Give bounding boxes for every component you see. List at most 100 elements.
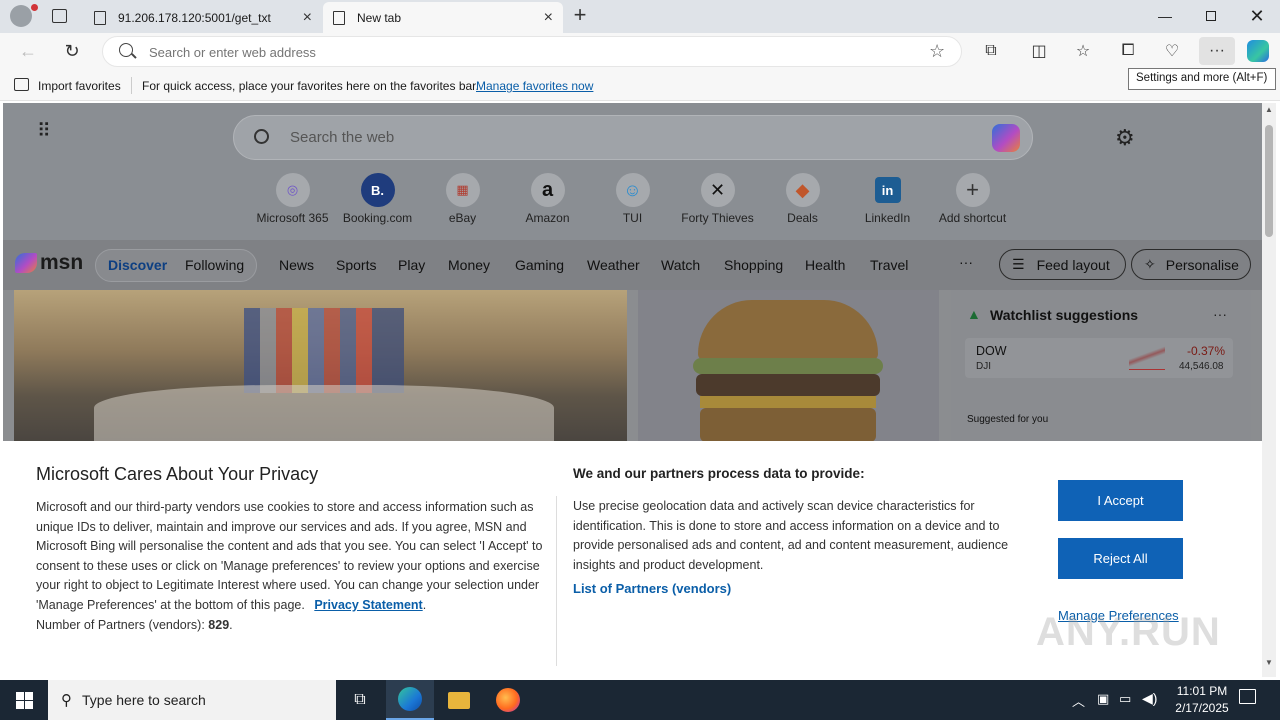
- shortcut-label: Amazon: [525, 211, 570, 225]
- refresh-button[interactable]: ↻: [57, 37, 87, 65]
- notifications-icon[interactable]: [1239, 689, 1256, 704]
- nav-sports[interactable]: Sports: [336, 257, 376, 273]
- new-tab-button[interactable]: +: [568, 4, 592, 28]
- watchlist-more-button[interactable]: ···: [1213, 306, 1227, 322]
- tray-app-icon[interactable]: ▣: [1097, 691, 1109, 707]
- burger-bun-top: [698, 300, 878, 360]
- nav-watch[interactable]: Watch: [661, 257, 700, 273]
- nav-weather[interactable]: Weather: [587, 257, 640, 273]
- tab-discover[interactable]: Discover: [108, 257, 167, 273]
- nav-news[interactable]: News: [279, 257, 314, 273]
- tab-following[interactable]: Following: [185, 257, 244, 273]
- reject-all-button[interactable]: Reject All: [1058, 538, 1183, 579]
- nav-shopping[interactable]: Shopping: [724, 257, 783, 273]
- volume-icon[interactable]: ◀): [1142, 690, 1157, 707]
- favorite-star-icon[interactable]: ☆: [929, 41, 945, 62]
- swords-icon: ✕: [700, 173, 735, 207]
- close-tab-icon[interactable]: ×: [544, 9, 553, 27]
- watermark: ANY.RUN: [1036, 610, 1221, 654]
- shortcut-booking[interactable]: B. Booking.com: [335, 173, 420, 225]
- tab-get-txt[interactable]: 91.206.178.120:5001/get_txt ×: [84, 2, 322, 33]
- restore-button[interactable]: [1188, 0, 1234, 32]
- tab-actions-icon[interactable]: [52, 9, 67, 23]
- browser-essentials-icon[interactable]: ♡: [1157, 37, 1187, 65]
- settings-tooltip: Settings and more (Alt+F): [1128, 68, 1276, 90]
- shortcut-linkedin[interactable]: in LinkedIn: [845, 173, 930, 225]
- nav-money[interactable]: Money: [448, 257, 490, 273]
- close-window-button[interactable]: ✕: [1234, 0, 1280, 32]
- web-search-box[interactable]: Search the web: [233, 115, 1033, 160]
- shortcut-forty-thieves[interactable]: ✕ Forty Thieves: [675, 173, 760, 225]
- nav-travel[interactable]: Travel: [870, 257, 908, 273]
- sliders-icon: ☰: [1012, 256, 1025, 272]
- windows-taskbar: ⚲ Type here to search ⧉ ︿ ▣ ▭ ◀) 11:01 P…: [0, 680, 1280, 720]
- stock-row-dow[interactable]: DOW DJI -0.37% 44,546.08: [965, 338, 1233, 378]
- tab-new-tab[interactable]: New tab ×: [323, 2, 563, 33]
- accept-button[interactable]: I Accept: [1058, 480, 1183, 521]
- ebay-icon: ▦: [445, 173, 480, 207]
- edge-taskbar-icon[interactable]: [386, 680, 434, 720]
- network-icon[interactable]: ▭: [1119, 691, 1131, 707]
- add-shortcut-button[interactable]: + Add shortcut: [930, 173, 1015, 225]
- personalise-label: Personalise: [1165, 256, 1239, 273]
- processing-title: We and our partners process data to prov…: [573, 466, 865, 481]
- address-input[interactable]: [149, 43, 909, 61]
- burger-lettuce: [693, 358, 883, 374]
- page-settings-icon[interactable]: ⚙: [1115, 125, 1135, 151]
- split-screen-icon[interactable]: ◫: [1024, 37, 1054, 65]
- clock-date[interactable]: 2/17/2025: [1168, 701, 1236, 715]
- back-button[interactable]: ←: [13, 37, 43, 65]
- web-search-input[interactable]: Search the web: [290, 129, 394, 146]
- shortcut-label: Add shortcut: [938, 211, 1007, 225]
- file-explorer-icon[interactable]: [435, 680, 483, 720]
- shortcut-amazon[interactable]: a Amazon: [505, 173, 590, 225]
- import-favorites-icon[interactable]: [14, 78, 29, 91]
- personalise-button[interactable]: ✧ Personalise: [1131, 249, 1251, 280]
- firefox-icon[interactable]: [484, 680, 532, 720]
- shortcut-microsoft-365[interactable]: ◎ Microsoft 365: [250, 173, 335, 225]
- copilot-icon[interactable]: [992, 124, 1020, 152]
- favorites-icon[interactable]: ☆: [1068, 37, 1098, 65]
- scroll-up-arrow[interactable]: ▲: [1265, 105, 1273, 114]
- privacy-statement-link[interactable]: Privacy Statement: [314, 598, 422, 612]
- title-bar: 91.206.178.120:5001/get_txt × New tab × …: [0, 0, 1280, 33]
- nav-health[interactable]: Health: [805, 257, 845, 273]
- scroll-thumb[interactable]: [1265, 125, 1273, 237]
- taskbar-search-box[interactable]: ⚲ Type here to search: [48, 680, 336, 720]
- close-tab-icon[interactable]: ×: [303, 9, 312, 27]
- task-view-icon[interactable]: ⧉: [336, 680, 384, 720]
- scroll-down-arrow[interactable]: ▼: [1265, 658, 1273, 667]
- tray-chevron-icon[interactable]: ︿: [1072, 691, 1085, 710]
- copilot-icon[interactable]: [1243, 37, 1273, 65]
- shortcut-ebay[interactable]: ▦ eBay: [420, 173, 505, 225]
- document-icon: [94, 10, 106, 25]
- extensions-icon[interactable]: ⧉: [976, 37, 1006, 65]
- feed-layout-button[interactable]: ☰ Feed layout: [999, 249, 1126, 280]
- start-button[interactable]: [0, 680, 48, 720]
- shortcut-label: TUI: [622, 211, 643, 225]
- news-image-burger[interactable]: [638, 290, 939, 442]
- minimize-button[interactable]: —: [1142, 0, 1188, 32]
- clock-time[interactable]: 11:01 PM: [1170, 684, 1234, 698]
- nav-play[interactable]: Play: [398, 257, 425, 273]
- watchlist-card: ▲ Watchlist suggestions ··· DOW DJI -0.3…: [951, 290, 1251, 450]
- apps-launcher-icon[interactable]: ⠿: [37, 122, 57, 147]
- favorites-bar: Import favorites For quick access, place…: [0, 70, 1280, 101]
- page-scrollbar[interactable]: ▲ ▼: [1262, 103, 1276, 677]
- nav-more-button[interactable]: ···: [959, 254, 973, 270]
- profile-icon[interactable]: [10, 4, 38, 27]
- shortcut-label: Microsoft 365: [256, 211, 329, 225]
- import-favorites-button[interactable]: Import favorites: [38, 79, 121, 93]
- shortcut-deals[interactable]: ◆ Deals: [760, 173, 845, 225]
- settings-more-button[interactable]: ···: [1199, 37, 1235, 65]
- manage-favorites-link[interactable]: Manage favorites now: [476, 79, 593, 93]
- collections-icon[interactable]: ⧠: [1113, 37, 1143, 65]
- address-bar[interactable]: ☆: [102, 36, 962, 67]
- nav-gaming[interactable]: Gaming: [515, 257, 564, 273]
- msn-logo[interactable]: msn: [15, 251, 83, 275]
- processing-body: Use precise geolocation data and activel…: [573, 499, 1009, 572]
- shortcut-tui[interactable]: ☺ TUI: [590, 173, 675, 225]
- news-image-summit[interactable]: [14, 290, 627, 442]
- document-icon: [333, 10, 345, 25]
- list-of-partners-link[interactable]: List of Partners (vendors): [573, 581, 731, 596]
